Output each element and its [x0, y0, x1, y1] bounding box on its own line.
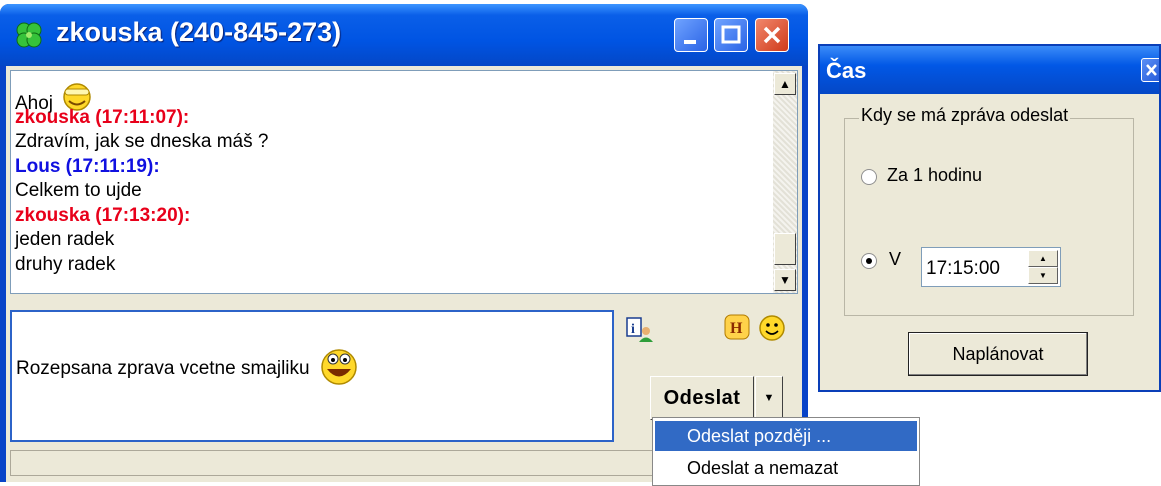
arrow-up-icon: ▲ — [779, 77, 791, 91]
close-button[interactable] — [755, 18, 789, 52]
history-text-line: Celkem to ujde — [15, 180, 142, 201]
history-text-line: jeden radek — [15, 229, 115, 250]
scroll-down-button[interactable]: ▼ — [774, 269, 796, 291]
radio-at-time-label[interactable]: V — [889, 249, 901, 270]
spin-down-button[interactable]: ▼ — [1028, 267, 1058, 284]
radio-in-1-hour[interactable] — [861, 169, 877, 185]
window-title: zkouska (240-845-273) — [56, 17, 342, 47]
minimize-icon — [684, 40, 696, 44]
schedule-button[interactable]: Naplánovat — [908, 332, 1088, 376]
compose-text-value: Rozepsana zprava vcetne smajliku — [16, 358, 310, 379]
minimize-button[interactable] — [674, 18, 708, 52]
chevron-down-icon: ▼ — [763, 392, 775, 404]
radio-at-time[interactable] — [861, 253, 877, 269]
close-icon — [763, 26, 781, 44]
arrow-down-icon: ▼ — [779, 273, 791, 287]
time-input[interactable]: 17:15:00 ▲ ▼ — [921, 247, 1061, 287]
send-button[interactable]: Odeslat — [650, 376, 754, 420]
time-value: 17:15:00 — [926, 258, 1000, 279]
history-sender-line: Lous (17:11:19): — [15, 155, 160, 177]
maximize-button[interactable] — [714, 18, 748, 52]
send-dropdown-button[interactable]: ▼ — [755, 376, 783, 420]
spin-up-button[interactable]: ▲ — [1028, 250, 1058, 267]
dialog-close-button[interactable] — [1141, 58, 1159, 82]
send-time-group: Kdy se má zpráva odeslat Za 1 hodinu V 1… — [844, 105, 1134, 316]
arrow-up-icon: ▲ — [1039, 254, 1047, 263]
dialog-title: Čas — [826, 58, 867, 83]
svg-text:i: i — [631, 322, 635, 337]
history-text-line: Zdravím, jak se dneska máš ? — [15, 131, 269, 152]
maximize-icon — [721, 25, 741, 44]
message-compose-input[interactable]: Rozepsana zprava vcetne smajliku — [10, 310, 614, 442]
smiley-icon[interactable] — [758, 314, 786, 342]
close-icon — [1146, 64, 1157, 76]
svg-text:H: H — [730, 320, 743, 337]
group-label: Kdy se má zpráva odeslat — [859, 105, 1071, 126]
history-scrollbar[interactable]: ▲ ▼ — [773, 71, 797, 293]
send-options-menu: Odeslat později ... Odeslat a nemazat — [652, 417, 920, 486]
chat-window: zkouska (240-845-273) Ahoj zkouska (17:1… — [0, 4, 808, 482]
dialog-titlebar[interactable]: Čas — [820, 46, 1159, 94]
menu-item-send-later[interactable]: Odeslat později ... — [655, 421, 917, 451]
history-h-icon[interactable]: H — [724, 314, 750, 340]
history-text-line: druhy radek — [15, 253, 116, 275]
time-dialog: Čas Kdy se má zpráva odeslat Za 1 hodinu… — [818, 44, 1161, 392]
history-line: Ahoj — [15, 81, 755, 114]
clover-icon — [16, 22, 42, 48]
message-history[interactable]: Ahoj zkouska (17:11:07): Zdravím, jak se… — [10, 70, 798, 294]
scroll-thumb[interactable] — [774, 233, 796, 265]
arrow-down-icon: ▼ — [1039, 271, 1047, 280]
grin-smiley-icon — [321, 349, 357, 385]
info-icon[interactable]: i — [626, 316, 654, 342]
compose-text: Rozepsana zprava vcetne smajliku — [16, 346, 359, 386]
menu-item-send-and-keep[interactable]: Odeslat a nemazat — [655, 453, 917, 483]
history-lines: Ahoj zkouska (17:11:07): Zdravím, jak se… — [15, 81, 755, 277]
radio-in-1-hour-label[interactable]: Za 1 hodinu — [887, 165, 982, 186]
history-sender-line: zkouska (17:11:07): — [15, 106, 190, 128]
chat-titlebar[interactable]: zkouska (240-845-273) — [0, 4, 808, 66]
scroll-up-button[interactable]: ▲ — [774, 73, 796, 95]
time-spinner: ▲ ▼ — [1028, 250, 1058, 284]
history-sender-line: zkouska (17:13:20): — [15, 204, 191, 226]
